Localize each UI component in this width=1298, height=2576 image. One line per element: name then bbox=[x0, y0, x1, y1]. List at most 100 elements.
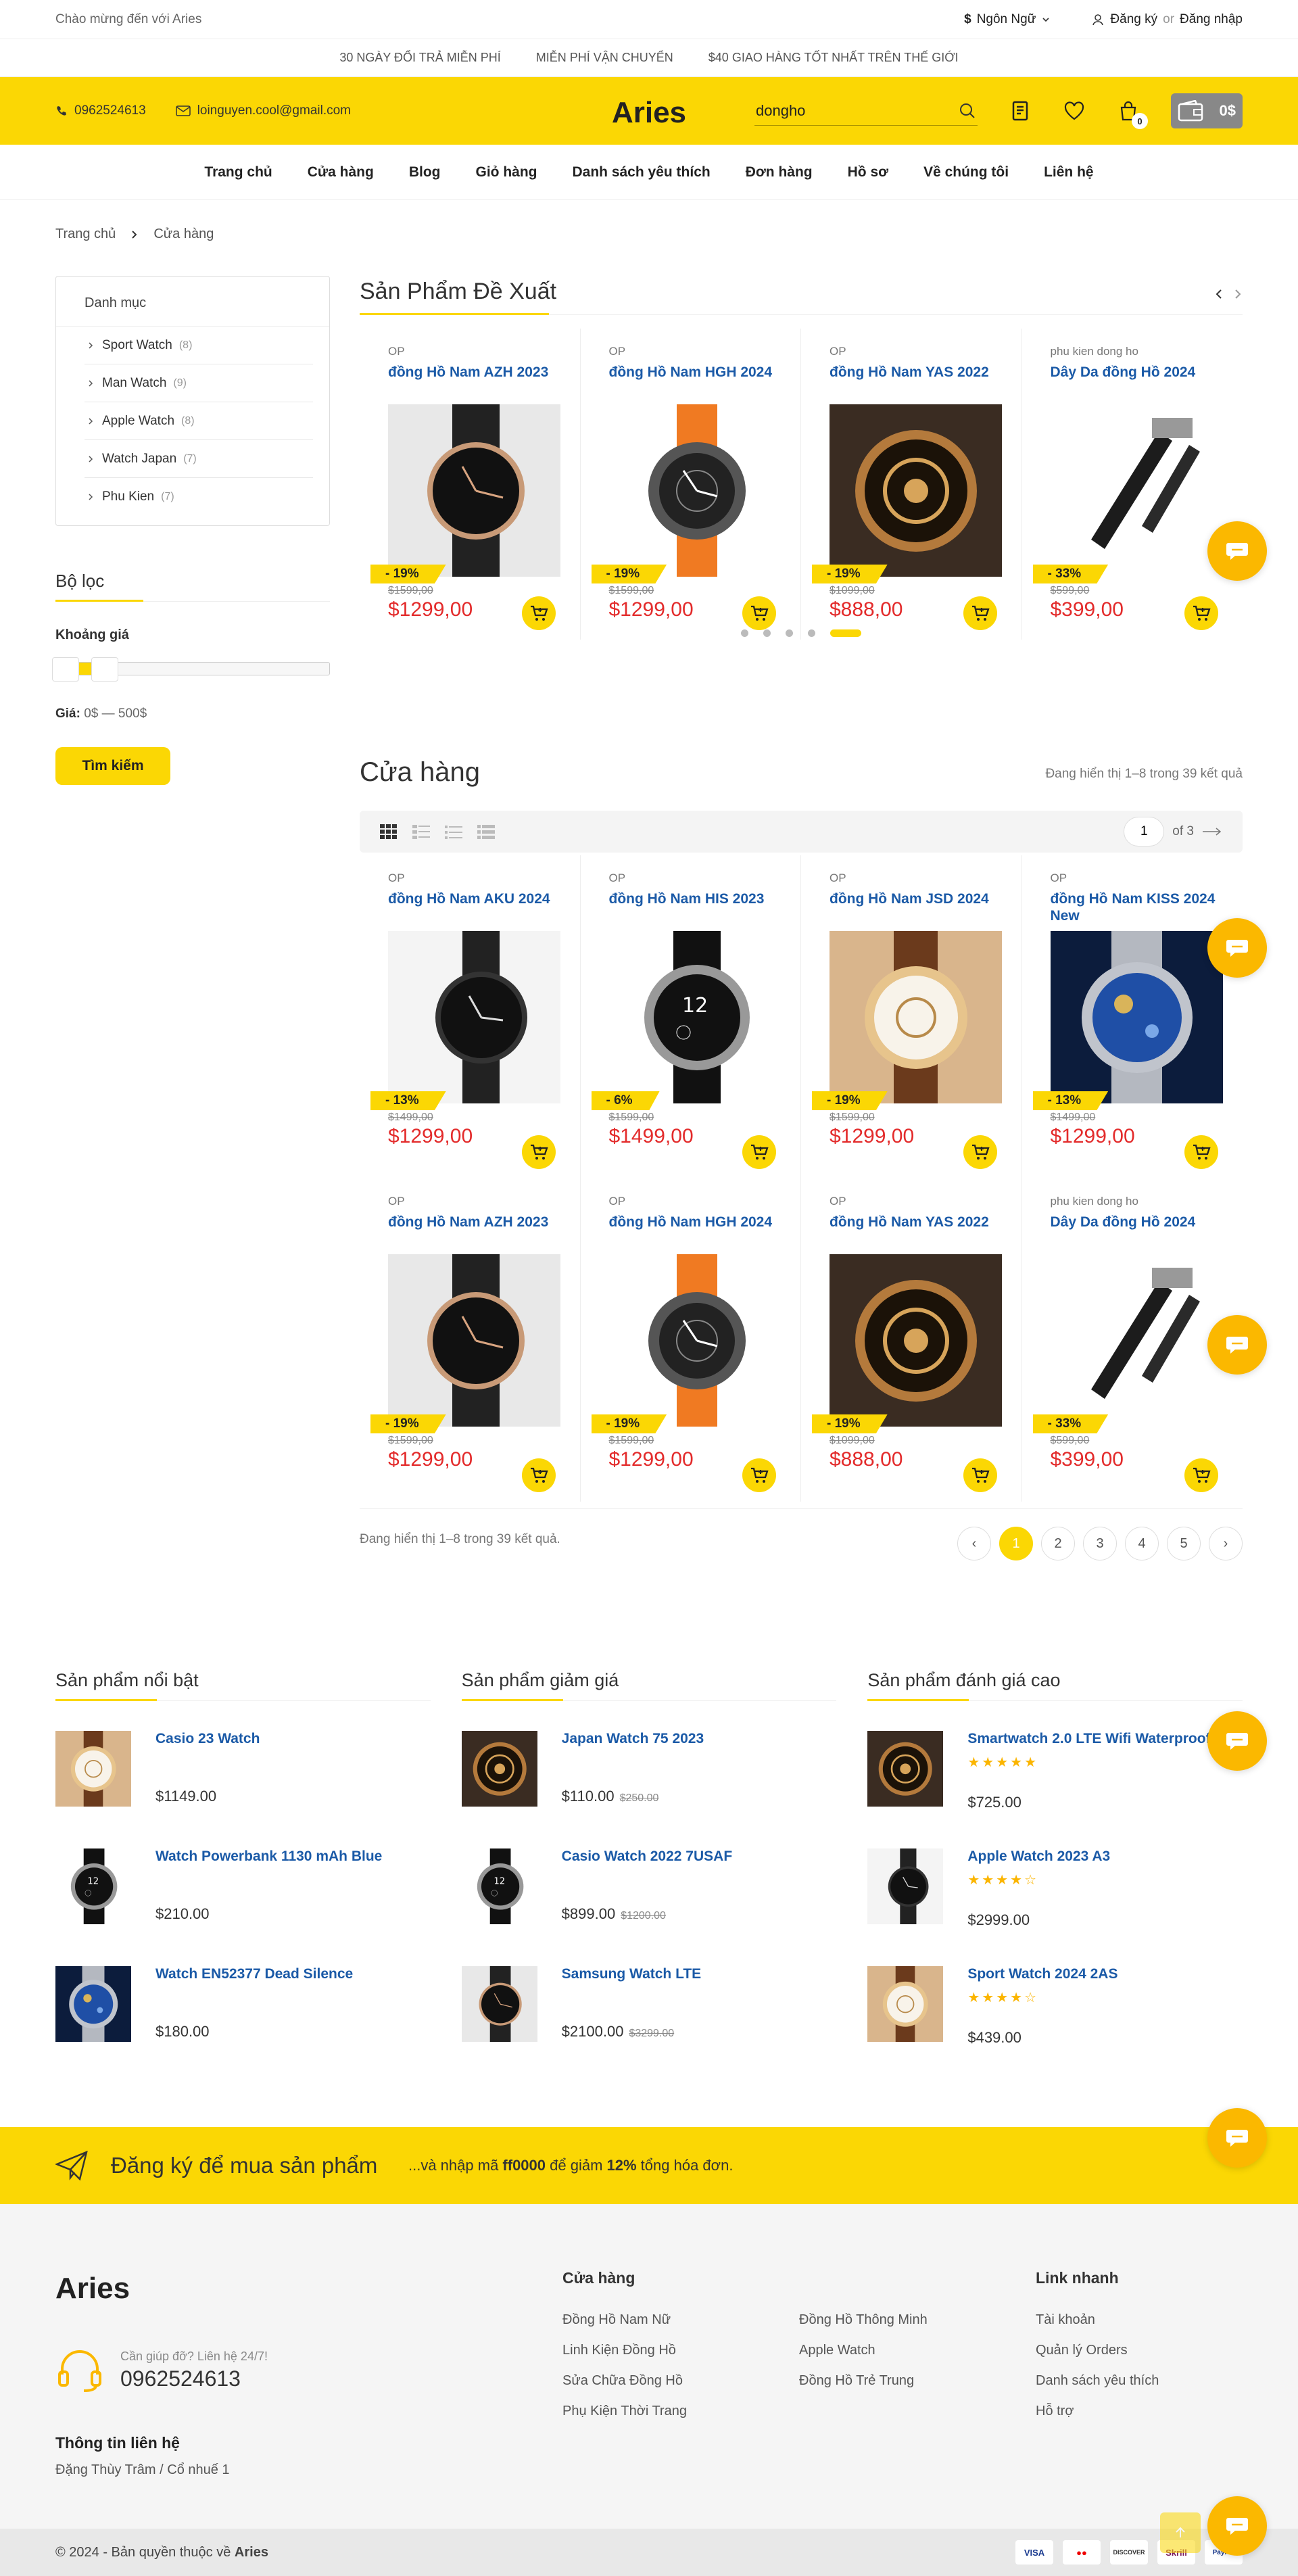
product-name[interactable]: đồng Hồ Nam HGH 2024 bbox=[609, 364, 786, 399]
product-name[interactable]: đồng Hồ Nam JSD 2024 bbox=[830, 890, 1007, 926]
widget-thumbnail[interactable]: 12 bbox=[55, 1848, 131, 1924]
footer-link[interactable]: Hỗ trợ bbox=[1036, 2404, 1159, 2419]
category-item[interactable]: Phu Kien (7) bbox=[85, 478, 313, 516]
chat-button[interactable] bbox=[1207, 2496, 1267, 2556]
product-image[interactable]: - 19% bbox=[812, 931, 1002, 1110]
product-card[interactable]: OP đồng Hồ Nam AZH 2023- 19% $1599,00 $1299… bbox=[360, 329, 581, 640]
footer-link[interactable]: Linh Kiện Đồng Hồ bbox=[562, 2343, 687, 2358]
product-name[interactable]: đồng Hồ Nam KISS 2024 New bbox=[1051, 890, 1228, 926]
add-to-cart-button[interactable] bbox=[963, 1135, 997, 1169]
widget-thumbnail[interactable] bbox=[867, 1848, 944, 1924]
product-name[interactable]: Dây Da đồng Hồ 2024 bbox=[1051, 364, 1228, 399]
site-logo[interactable]: Aries bbox=[612, 96, 686, 130]
product-card[interactable]: OP đồng Hồ Nam AKU 2024- 13% $1499,00 $1299… bbox=[360, 855, 581, 1178]
page-button[interactable]: 2 bbox=[1041, 1527, 1075, 1560]
arrow-right-icon[interactable] bbox=[1202, 827, 1222, 836]
add-to-cart-button[interactable] bbox=[1184, 596, 1218, 630]
footer-logo[interactable]: Aries bbox=[55, 2272, 130, 2306]
page-button[interactable]: 4 bbox=[1125, 1527, 1159, 1560]
register-link[interactable]: Đăng ký bbox=[1110, 12, 1157, 27]
product-image[interactable]: - 19% bbox=[812, 1254, 1002, 1433]
product-image[interactable]: - 33% bbox=[1032, 404, 1223, 583]
nav-home[interactable]: Trang chủ bbox=[204, 164, 272, 181]
product-image[interactable]: - 13% bbox=[1032, 931, 1223, 1110]
chat-button[interactable] bbox=[1207, 521, 1267, 581]
breadcrumb-home[interactable]: Trang chủ bbox=[55, 226, 116, 242]
chat-button[interactable] bbox=[1207, 1315, 1267, 1375]
category-item[interactable]: Man Watch (9) bbox=[85, 364, 313, 402]
add-to-cart-button[interactable] bbox=[1184, 1135, 1218, 1169]
footer-link[interactable]: Sửa Chữa Đồng Hồ bbox=[562, 2373, 687, 2389]
header-email[interactable]: loinguyen.cool@gmail.com bbox=[197, 103, 351, 118]
add-to-cart-button[interactable] bbox=[742, 1458, 776, 1492]
product-image[interactable]: - 33% bbox=[1032, 1254, 1223, 1433]
product-card[interactable]: OP đồng Hồ Nam HIS 2023 12- 6% $1599,00 $149… bbox=[581, 855, 801, 1178]
product-image[interactable]: - 19% bbox=[370, 1254, 560, 1433]
footer-link[interactable]: Phụ Kiện Thời Trang bbox=[562, 2404, 687, 2419]
product-name[interactable]: đồng Hồ Nam AZH 2023 bbox=[388, 364, 565, 399]
widget-item[interactable]: Casio 23 Watch $1149.00 bbox=[55, 1731, 431, 1819]
widget-item[interactable]: Apple Watch 2023 A3 ★★★★☆ $2999.00 bbox=[867, 1848, 1243, 1936]
widget-item[interactable]: Japan Watch 75 2023 $110.00 $250.00 bbox=[461, 1731, 837, 1819]
product-card[interactable]: phu kien dong ho Dây Da đồng Hồ 2024 - 33%… bbox=[1022, 329, 1243, 640]
nav-about[interactable]: Về chúng tôi bbox=[923, 164, 1009, 181]
bag-button[interactable]: 0 bbox=[1117, 99, 1148, 129]
product-name[interactable]: đồng Hồ Nam AKU 2024 bbox=[388, 890, 565, 926]
widget-item[interactable]: Watch EN52377 Dead Silence $180.00 bbox=[55, 1966, 431, 2054]
footer-link[interactable]: Đồng Hồ Thông Minh bbox=[799, 2312, 928, 2328]
page-button-active[interactable]: 1 bbox=[999, 1527, 1033, 1560]
chevron-left-icon[interactable] bbox=[1214, 287, 1224, 301]
product-card[interactable]: OP đồng Hồ Nam YAS 2022- 19% $1099,00 $888,… bbox=[801, 1178, 1022, 1502]
widget-product-name[interactable]: Watch EN52377 Dead Silence bbox=[155, 1966, 431, 1982]
product-image[interactable]: - 13% bbox=[370, 931, 560, 1110]
chevron-right-icon[interactable] bbox=[1233, 287, 1243, 301]
widget-thumbnail[interactable] bbox=[461, 1966, 537, 2042]
widget-product-name[interactable]: Casio Watch 2022 7USAF bbox=[562, 1848, 837, 1865]
widget-item[interactable]: Smartwatch 2.0 LTE Wifi Waterproof ★★★★★ $… bbox=[867, 1731, 1243, 1819]
product-image[interactable]: - 19% bbox=[591, 1254, 782, 1433]
add-to-cart-button[interactable] bbox=[1184, 1458, 1218, 1492]
header-phone[interactable]: 0962524613 bbox=[74, 103, 146, 118]
nav-contact[interactable]: Liên hệ bbox=[1044, 164, 1094, 181]
category-item[interactable]: Watch Japan (7) bbox=[85, 440, 313, 478]
page-button[interactable]: 5 bbox=[1167, 1527, 1201, 1560]
footer-link[interactable]: Apple Watch bbox=[799, 2343, 928, 2358]
widget-thumbnail[interactable] bbox=[55, 1966, 131, 2042]
nav-blog[interactable]: Blog bbox=[409, 164, 441, 181]
help-phone[interactable]: 0962524613 bbox=[120, 2366, 268, 2391]
add-to-cart-button[interactable] bbox=[742, 1135, 776, 1169]
widget-item[interactable]: Samsung Watch LTE $2100.00 $3299.00 bbox=[461, 1966, 837, 2054]
cart-total-button[interactable]: 0$ bbox=[1171, 93, 1243, 128]
compare-button[interactable] bbox=[1009, 99, 1032, 122]
add-to-cart-button[interactable] bbox=[521, 1458, 556, 1492]
search-input[interactable] bbox=[756, 101, 932, 120]
widget-thumbnail[interactable]: 12 bbox=[461, 1848, 537, 1924]
product-card[interactable]: OP đồng Hồ Nam YAS 2022- 19% $1099,00 $888,… bbox=[801, 329, 1022, 640]
widget-item[interactable]: Sport Watch 2024 2AS ★★★★☆ $439.00 bbox=[867, 1966, 1243, 2054]
chat-button[interactable] bbox=[1207, 1711, 1267, 1771]
login-link[interactable]: Đăng nhập bbox=[1180, 12, 1243, 27]
category-item[interactable]: Sport Watch (8) bbox=[85, 327, 313, 364]
widget-thumbnail[interactable] bbox=[461, 1731, 537, 1807]
nav-cart[interactable]: Giỏ hàng bbox=[475, 164, 537, 181]
chat-button[interactable] bbox=[1207, 2108, 1267, 2168]
page-prev-button[interactable]: ‹ bbox=[957, 1527, 991, 1560]
slider-max-handle[interactable] bbox=[91, 657, 118, 682]
page-button[interactable]: 3 bbox=[1083, 1527, 1117, 1560]
grid-view-icon[interactable] bbox=[380, 824, 398, 839]
slider-min-handle[interactable] bbox=[52, 657, 79, 682]
nav-shop[interactable]: Cửa hàng bbox=[308, 164, 374, 181]
product-name[interactable]: đồng Hồ Nam YAS 2022 bbox=[830, 364, 1007, 399]
filter-search-button[interactable]: Tìm kiếm bbox=[55, 747, 170, 785]
product-name[interactable]: đồng Hồ Nam AZH 2023 bbox=[388, 1214, 565, 1249]
product-image[interactable]: 12 - 6% bbox=[591, 931, 782, 1110]
add-to-cart-button[interactable] bbox=[742, 596, 776, 630]
product-name[interactable]: đồng Hồ Nam YAS 2022 bbox=[830, 1214, 1007, 1249]
compact-list-view-icon[interactable] bbox=[477, 824, 495, 839]
add-to-cart-button[interactable] bbox=[521, 596, 556, 630]
footer-link[interactable]: Đồng Hồ Nam Nữ bbox=[562, 2312, 687, 2328]
page-input[interactable] bbox=[1124, 817, 1165, 846]
nav-orders[interactable]: Đơn hàng bbox=[746, 164, 813, 181]
product-image[interactable]: - 19% bbox=[370, 404, 560, 583]
page-next-button[interactable]: › bbox=[1209, 1527, 1243, 1560]
